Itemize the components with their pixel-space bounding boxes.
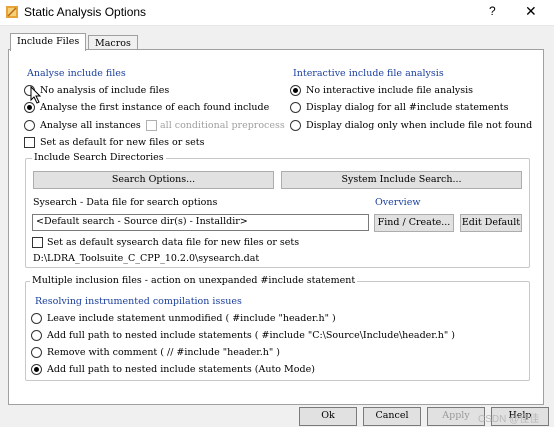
multiple-inclusion-title: Multiple inclusion files - action on une… (30, 275, 358, 286)
overview-link[interactable]: Overview (375, 197, 420, 208)
radio-no-analysis-label: No analysis of include files (40, 85, 170, 96)
default-sysearch-label: Set as default sysearch data file for ne… (47, 237, 300, 248)
radio-add-full-path-label: Add full path to nested include statemen… (47, 330, 456, 341)
title-bar: Static Analysis Options ? ✕ (0, 0, 554, 26)
default-files-checkbox[interactable] (24, 137, 35, 148)
analyse-section-title: Analyse include files (27, 68, 126, 79)
help-icon[interactable]: ? (489, 4, 496, 18)
radio-no-interactive[interactable] (290, 85, 301, 96)
radio-dialog-all[interactable] (290, 102, 301, 113)
window-title: Static Analysis Options (24, 5, 147, 19)
watermark: CSDN @佳佳 (478, 414, 540, 425)
all-conditional-checkbox[interactable] (146, 120, 157, 131)
radio-add-full-path[interactable] (31, 330, 42, 341)
radio-auto-mode[interactable] (31, 364, 42, 375)
mouse-cursor-icon (30, 86, 42, 104)
radio-dialog-not-found-label: Display dialog only when include file no… (306, 120, 533, 131)
sysearch-label: Sysearch - Data file for search options (33, 197, 218, 208)
default-sysearch-checkbox[interactable] (32, 237, 43, 248)
radio-analyse-first-label: Analyse the first instance of each found… (40, 102, 270, 113)
tab-include-files[interactable]: Include Files (10, 33, 87, 51)
interactive-section-title: Interactive include file analysis (293, 68, 444, 79)
all-conditional-label: all conditional preprocess (160, 120, 285, 131)
include-search-directories-title: Include Search Directories (32, 152, 166, 163)
app-icon (6, 6, 18, 18)
radio-analyse-all[interactable] (24, 120, 35, 131)
radio-leave-unmodified[interactable] (31, 313, 42, 324)
radio-dialog-all-label: Display dialog for all #include statemen… (306, 102, 509, 113)
edit-default-button[interactable]: Edit Default (460, 214, 522, 232)
sysearch-field[interactable]: <Default search - Source dir(s) - Instal… (32, 214, 369, 231)
search-options-button[interactable]: Search Options... (33, 171, 274, 189)
default-files-label: Set as default for new files or sets (40, 137, 205, 148)
system-include-search-button[interactable]: System Include Search... (281, 171, 522, 189)
apply-button[interactable]: Apply (427, 407, 485, 426)
cancel-button[interactable]: Cancel (363, 407, 421, 426)
radio-remove-with-comment[interactable] (31, 347, 42, 358)
radio-auto-mode-label: Add full path to nested include statemen… (47, 364, 315, 375)
find-create-button[interactable]: Find / Create... (374, 214, 454, 232)
radio-analyse-all-label: Analyse all instances (40, 120, 141, 131)
sysearch-path: D:\LDRA_Toolsuite_C_CPP_10.2.0\sysearch.… (33, 253, 260, 264)
radio-dialog-not-found[interactable] (290, 120, 301, 131)
resolving-subtitle: Resolving instrumented compilation issue… (35, 296, 242, 307)
radio-remove-with-comment-label: Remove with comment ( // #include "heade… (47, 347, 280, 358)
radio-leave-unmodified-label: Leave include statement unmodified ( #in… (47, 313, 336, 324)
radio-no-interactive-label: No interactive include file analysis (306, 85, 474, 96)
ok-button[interactable]: Ok (299, 407, 357, 426)
close-icon[interactable]: ✕ (525, 3, 537, 20)
